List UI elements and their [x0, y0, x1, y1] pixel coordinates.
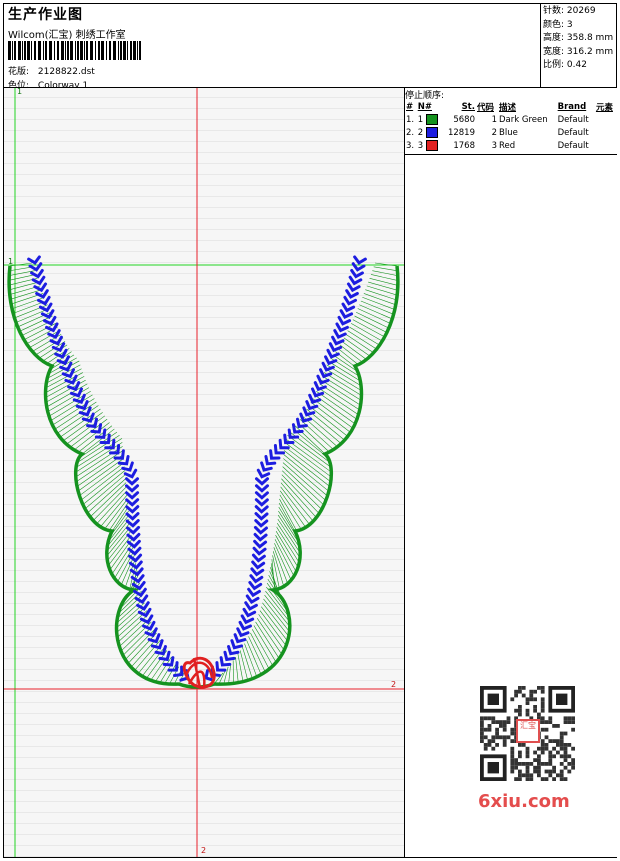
red-knot [182, 656, 216, 689]
header: 生产作业图 Wilcom(汇宝) 刺绣工作室 花版: 2128822.dst 色… [4, 4, 540, 91]
marker-right-2: 2 [391, 680, 397, 689]
col-element: 元素 [595, 102, 613, 113]
row-brand: Default [557, 140, 589, 151]
page-title: 生产作业图 [8, 7, 83, 23]
col-brand: Brand [557, 101, 587, 112]
row-element [595, 126, 617, 139]
ratio-label: 比例: [543, 60, 565, 70]
design-label: 花版: [8, 67, 30, 77]
design-file: 花版: 2128822.dst [8, 64, 95, 77]
row-needle: 3 [417, 139, 443, 152]
height-label: 高度: [543, 33, 565, 43]
row-stitches: 1768 [453, 140, 475, 151]
width-label: 宽度: [543, 46, 565, 57]
design-stats: 针数: 20269 颜色: 3 高度: 358.8 mm 宽度: 316.2 m… [543, 5, 613, 73]
row-description: Red [499, 140, 516, 151]
design-canvas[interactable]: 1 1 2 2 [4, 87, 404, 857]
ratio-value: 0.42 [566, 60, 587, 70]
stat-ratio: 比例: 0.42 [543, 59, 613, 73]
row-element [595, 113, 617, 126]
row-code: 2 [491, 127, 497, 138]
seal-stamp: 汇宝 [516, 719, 540, 743]
needle-number: 2 [417, 128, 424, 138]
row-stitches: 12819 [447, 127, 475, 138]
row-stitches: 5680 [453, 114, 475, 125]
marker-top-1: 1 [17, 87, 23, 96]
stat-height: 高度: 358.8 mm [543, 32, 613, 46]
stat-colors: 颜色: 3 [543, 19, 613, 33]
stitches-value: 20269 [566, 6, 596, 16]
marker-bottom-2: 2 [201, 846, 207, 855]
color-swatch [425, 140, 438, 151]
watermark-text: 6xiu.com [478, 791, 570, 812]
color-swatch [425, 127, 438, 138]
stitches-label: 针数: [543, 6, 565, 16]
row-index: 1. [406, 114, 415, 125]
col-stitches: St. [461, 101, 475, 112]
col-needle: N# [417, 101, 432, 112]
panel-divider [405, 154, 617, 155]
table-row[interactable]: 3. 3 1768 3 Red Default [405, 139, 617, 152]
row-index: 3. [406, 140, 415, 151]
barcode [8, 41, 141, 60]
row-brand: Default [557, 114, 589, 125]
needle-number: 3 [417, 141, 424, 151]
colors-label: 颜色: [543, 19, 565, 30]
needle-number: 1 [417, 115, 424, 125]
row-needle: 2 [417, 126, 443, 139]
stat-width: 宽度: 316.2 mm [543, 46, 613, 60]
table-row[interactable]: 1. 1 5680 1 Dark Green Default [405, 113, 617, 126]
color-sequence-table: # N# St. 代码 描述 Brand 元素 1. 1 5680 1 Dark… [405, 100, 617, 152]
header-divider [540, 3, 541, 87]
color-swatch [425, 114, 438, 125]
marker-left-1: 1 [8, 257, 14, 266]
row-needle: 1 [417, 113, 443, 126]
row-code: 3 [491, 140, 497, 151]
col-code: 代码 [476, 102, 494, 113]
qr-watermark: 汇宝 [470, 683, 580, 808]
seal-text: 汇宝 [520, 721, 536, 730]
row-description: Blue [499, 127, 518, 138]
row-brand: Default [557, 127, 589, 138]
embroidery-preview [4, 88, 404, 857]
table-row[interactable]: 2. 2 12819 2 Blue Default [405, 126, 617, 139]
table-header-row: # N# St. 代码 描述 Brand 元素 [405, 100, 617, 113]
colors-value: 3 [566, 19, 573, 30]
col-index: # [406, 101, 414, 112]
company-name: Wilcom(汇宝) 刺绣工作室 [8, 30, 126, 41]
col-description: 描述 [499, 102, 517, 113]
row-description: Dark Green [499, 114, 548, 125]
row-element [595, 139, 617, 152]
height-value: 358.8 mm [566, 33, 614, 43]
width-value: 316.2 mm [566, 46, 614, 57]
row-index: 2. [406, 127, 415, 138]
row-code: 1 [491, 114, 497, 125]
stat-stitches: 针数: 20269 [543, 5, 613, 19]
design-value: 2128822.dst [37, 67, 95, 77]
